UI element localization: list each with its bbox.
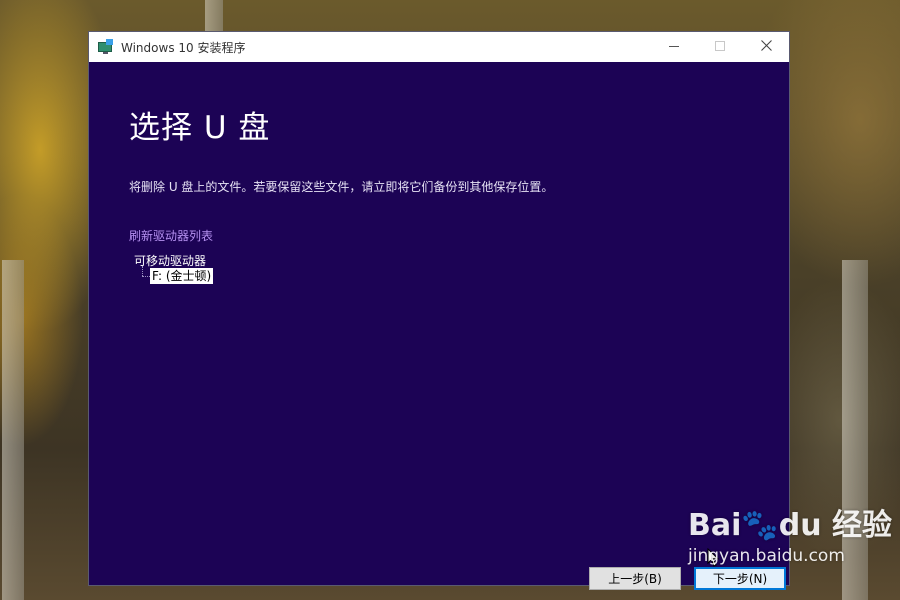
maximize-icon — [715, 40, 725, 55]
maximize-button — [697, 32, 743, 62]
minimize-button[interactable] — [651, 32, 697, 62]
refresh-drive-list-link[interactable]: 刷新驱动器列表 — [129, 227, 213, 244]
tree-trunk — [2, 260, 24, 600]
next-button[interactable]: 下一步(N) — [694, 567, 786, 590]
page-subtitle: 将删除 U 盘上的文件。若要保留这些文件，请立即将它们备份到其他保存位置。 — [129, 180, 554, 194]
windows-setup-icon — [98, 39, 114, 55]
close-button[interactable] — [743, 32, 789, 62]
minimize-icon — [669, 40, 679, 55]
setup-window: Windows 10 安装程序 选择 U 盘 将删除 U 盘上的文件。若要保留这… — [89, 32, 789, 590]
baidu-jingyan-watermark: Bai🐾du 经验 jingyan.baidu.com — [688, 500, 892, 566]
close-icon — [760, 39, 772, 55]
tree-item-drive-f[interactable]: F: (金士顿) — [150, 268, 214, 284]
window-title: Windows 10 安装程序 — [121, 40, 246, 55]
watermark-url: jingyan.baidu.com — [688, 546, 845, 566]
baidu-logo: Bai🐾du 经验 — [688, 508, 893, 543]
tree-trunk — [205, 0, 223, 34]
back-button[interactable]: 上一步(B) — [589, 567, 681, 590]
page-title: 选择 U 盘 — [129, 110, 271, 146]
tree-connector — [142, 266, 143, 276]
tree-connector — [142, 276, 150, 277]
title-bar[interactable]: Windows 10 安装程序 — [89, 32, 789, 62]
tree-root-removable-drives[interactable]: 可移动驱动器 — [134, 252, 206, 269]
